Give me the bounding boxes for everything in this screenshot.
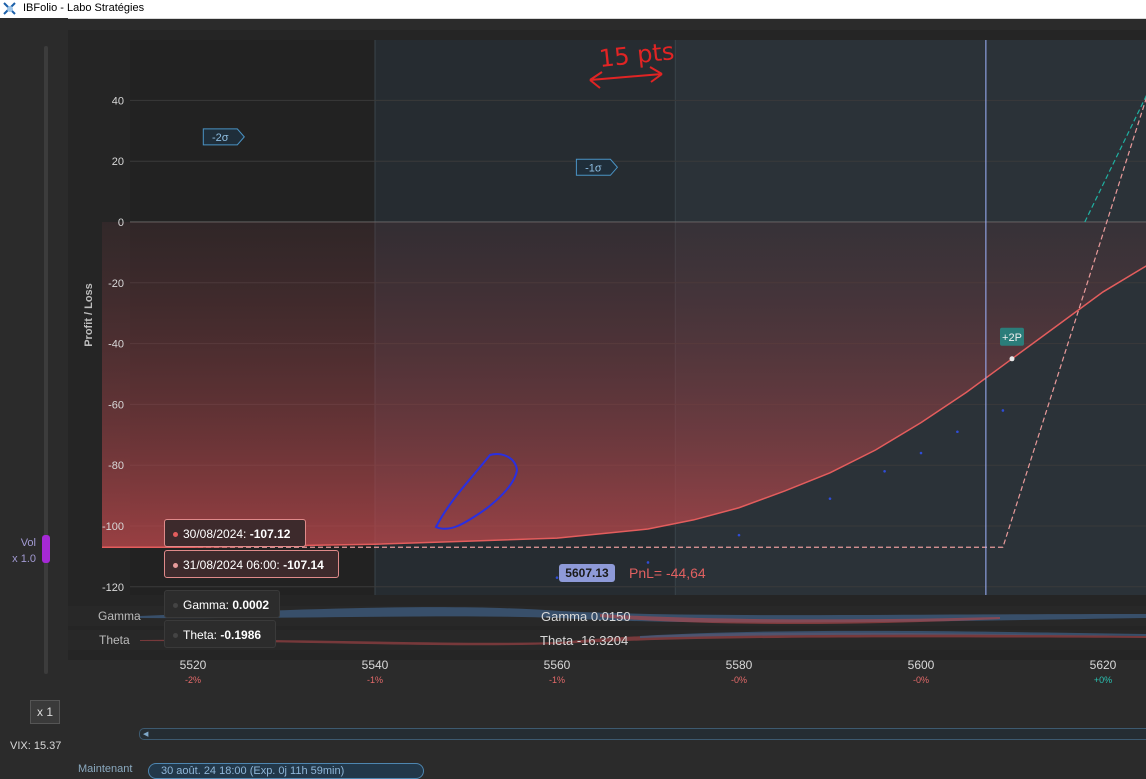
x-tick-label: 5560 bbox=[544, 658, 571, 672]
y-tick-label: 0 bbox=[118, 217, 124, 229]
expiry-chip[interactable]: 30 août. 24 18:00 (Exp. 0j 11h 59min) bbox=[148, 763, 424, 779]
tooltip-value-2: -107.14 bbox=[283, 558, 324, 572]
x-tick-percent: -1% bbox=[367, 675, 383, 685]
y-tick-label: -100 bbox=[102, 521, 124, 533]
tooltip-value-1: -107.12 bbox=[249, 527, 291, 541]
y-tick-label: -40 bbox=[108, 339, 124, 351]
tooltip-theta: Theta: -0.1986 bbox=[164, 620, 276, 648]
tooltip-date-1: 30/08/2024: bbox=[183, 527, 247, 541]
x-tick-percent: -2% bbox=[185, 675, 201, 685]
marker-label: +2P bbox=[1002, 332, 1022, 344]
theta-tip-label: Theta: bbox=[183, 628, 218, 642]
theta-label: Theta bbox=[99, 633, 130, 647]
current-price-tag: 5607.13 bbox=[559, 564, 615, 582]
path-dot bbox=[828, 497, 832, 500]
gamma-label: Gamma bbox=[98, 609, 141, 623]
y-axis-label: Profit / Loss bbox=[83, 283, 95, 347]
theta-value-center: Theta -16.3204 bbox=[540, 633, 629, 648]
x-tick-percent: -0% bbox=[731, 675, 747, 685]
x-tick-label: 5540 bbox=[362, 658, 389, 672]
x-tick-label: 5620 bbox=[1090, 658, 1117, 672]
series-1-dot bbox=[173, 532, 178, 538]
now-label: Maintenant bbox=[78, 763, 133, 775]
y-tick-label: -80 bbox=[108, 460, 124, 472]
theta-dot bbox=[173, 633, 178, 639]
gamma-tip-value: 0.0002 bbox=[232, 598, 270, 612]
tooltip-series-2: 31/08/2024 06:00: -107.14 bbox=[164, 550, 339, 578]
path-dot bbox=[1001, 409, 1005, 412]
marker-point bbox=[1009, 356, 1015, 362]
sigma-label: -1σ bbox=[585, 162, 602, 174]
y-tick-label: -120 bbox=[102, 582, 124, 594]
path-dot bbox=[883, 469, 886, 473]
path-dot bbox=[737, 533, 741, 537]
path-dot bbox=[956, 430, 959, 434]
theta-tip-value: -0.1986 bbox=[220, 628, 262, 642]
x-tick-percent: +0% bbox=[1094, 675, 1112, 685]
tooltip-series-1: 30/08/2024: -107.12 bbox=[164, 519, 306, 547]
horizontal-scrollbar[interactable]: ◀ bbox=[139, 728, 1146, 740]
series-2-dot bbox=[173, 563, 178, 569]
y-tick-label: 20 bbox=[112, 156, 124, 168]
tooltip-date-2: 31/08/2024 06:00: bbox=[183, 558, 280, 572]
x-tick-label: 5580 bbox=[726, 658, 753, 672]
x-tick-percent: -0% bbox=[913, 675, 929, 685]
x-tick-label: 5520 bbox=[180, 658, 207, 672]
y-tick-label: 40 bbox=[112, 95, 124, 107]
y-tick-label: -60 bbox=[108, 399, 124, 411]
path-dot bbox=[646, 561, 650, 564]
path-dot bbox=[919, 451, 923, 455]
pnl-readout: PnL= -44,64 bbox=[629, 565, 706, 581]
x-tick-percent: -1% bbox=[549, 675, 565, 685]
gamma-value-center: Gamma 0.0150 bbox=[541, 609, 631, 624]
path-dot bbox=[555, 576, 559, 579]
y-tick-label: -20 bbox=[108, 278, 124, 290]
tooltip-gamma: Gamma: 0.0002 bbox=[164, 590, 280, 618]
sigma-label: -2σ bbox=[212, 132, 229, 144]
scroll-left-icon[interactable]: ◀ bbox=[143, 730, 148, 738]
gamma-tip-label: Gamma: bbox=[183, 598, 230, 612]
x-tick-label: 5600 bbox=[908, 658, 935, 672]
gamma-dot bbox=[173, 603, 178, 609]
